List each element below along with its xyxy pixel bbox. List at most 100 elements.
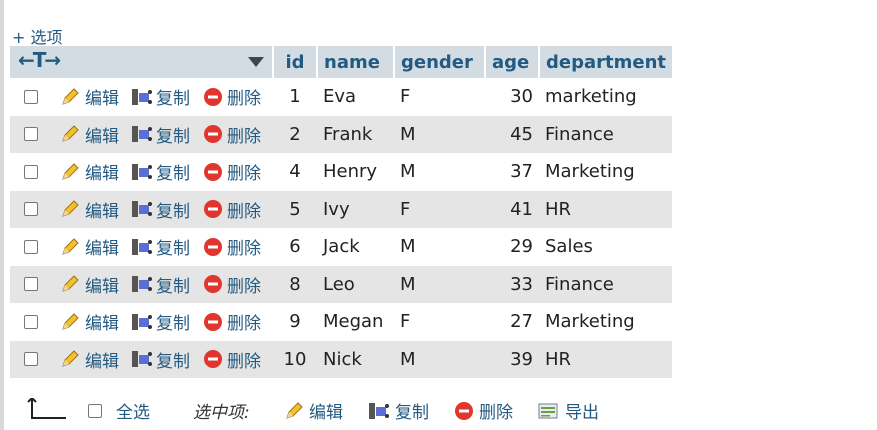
- column-header-id[interactable]: id: [273, 46, 318, 78]
- cell-name[interactable]: Eva: [317, 78, 394, 116]
- delete-button[interactable]: 删除: [202, 197, 261, 222]
- copy-label[interactable]: 复制: [156, 84, 190, 109]
- delete-button[interactable]: 删除: [202, 84, 261, 109]
- copy-button[interactable]: 复制: [131, 347, 190, 372]
- cell-gender[interactable]: M: [394, 153, 485, 191]
- edit-button[interactable]: 编辑: [60, 272, 119, 297]
- cell-id[interactable]: 8: [273, 265, 317, 303]
- cell-name[interactable]: Frank: [317, 115, 394, 153]
- delete-label[interactable]: 删除: [227, 84, 261, 109]
- bulk-copy-label[interactable]: 复制: [395, 398, 429, 423]
- delete-label[interactable]: 删除: [227, 309, 261, 334]
- select-all[interactable]: 全选: [88, 398, 150, 423]
- bulk-delete-button[interactable]: 删除: [454, 398, 513, 423]
- copy-label[interactable]: 复制: [156, 272, 190, 297]
- cell-gender[interactable]: M: [394, 115, 485, 153]
- cell-department[interactable]: Finance: [539, 265, 672, 303]
- cell-gender[interactable]: F: [394, 190, 485, 228]
- cell-gender[interactable]: F: [394, 78, 485, 116]
- cell-id[interactable]: 1: [273, 78, 317, 116]
- edit-label[interactable]: 编辑: [85, 159, 119, 184]
- cell-age[interactable]: 39: [485, 340, 539, 378]
- row-checkbox[interactable]: [24, 89, 38, 104]
- copy-label[interactable]: 复制: [156, 159, 190, 184]
- bulk-delete-label[interactable]: 删除: [479, 398, 513, 423]
- edit-button[interactable]: 编辑: [60, 347, 119, 372]
- cell-id[interactable]: 10: [273, 340, 317, 378]
- select-all-label[interactable]: 全选: [116, 398, 150, 423]
- cell-name[interactable]: Henry: [317, 153, 394, 191]
- column-header-gender[interactable]: gender: [394, 46, 486, 78]
- delete-button[interactable]: 删除: [202, 272, 261, 297]
- edit-label[interactable]: 编辑: [85, 309, 119, 334]
- bulk-edit-button[interactable]: 编辑: [284, 398, 343, 423]
- options-link[interactable]: + 选项: [12, 24, 63, 48]
- edit-label[interactable]: 编辑: [85, 272, 119, 297]
- cell-id[interactable]: 4: [273, 153, 317, 191]
- row-checkbox[interactable]: [24, 239, 38, 254]
- cell-name[interactable]: Leo: [317, 265, 394, 303]
- cell-department[interactable]: Marketing: [539, 153, 672, 191]
- edit-button[interactable]: 编辑: [60, 234, 119, 259]
- delete-button[interactable]: 删除: [202, 122, 261, 147]
- row-checkbox[interactable]: [24, 352, 38, 367]
- cell-age[interactable]: 37: [485, 153, 539, 191]
- row-checkbox[interactable]: [24, 314, 38, 329]
- column-header-department[interactable]: department: [539, 46, 672, 78]
- edit-label[interactable]: 编辑: [85, 84, 119, 109]
- edit-button[interactable]: 编辑: [60, 122, 119, 147]
- cell-department[interactable]: Sales: [539, 228, 672, 266]
- cell-gender[interactable]: M: [394, 340, 485, 378]
- bulk-edit-label[interactable]: 编辑: [309, 398, 343, 423]
- edit-label[interactable]: 编辑: [85, 197, 119, 222]
- row-checkbox[interactable]: [24, 164, 38, 179]
- column-resize-icon[interactable]: ←T→: [18, 48, 61, 72]
- cell-id[interactable]: 5: [273, 190, 317, 228]
- edit-button[interactable]: 编辑: [60, 159, 119, 184]
- delete-label[interactable]: 删除: [227, 122, 261, 147]
- export-button[interactable]: 导出: [538, 398, 599, 423]
- cell-age[interactable]: 27: [485, 303, 539, 341]
- cell-department[interactable]: HR: [539, 340, 672, 378]
- copy-label[interactable]: 复制: [156, 234, 190, 259]
- cell-id[interactable]: 6: [273, 228, 317, 266]
- delete-label[interactable]: 删除: [227, 272, 261, 297]
- copy-label[interactable]: 复制: [156, 122, 190, 147]
- cell-age[interactable]: 41: [485, 190, 539, 228]
- edit-label[interactable]: 编辑: [85, 347, 119, 372]
- copy-button[interactable]: 复制: [131, 234, 190, 259]
- edit-label[interactable]: 编辑: [85, 122, 119, 147]
- copy-button[interactable]: 复制: [131, 309, 190, 334]
- delete-button[interactable]: 删除: [202, 347, 261, 372]
- cell-gender[interactable]: F: [394, 303, 485, 341]
- cell-id[interactable]: 2: [273, 115, 317, 153]
- bulk-copy-button[interactable]: 复制: [368, 398, 429, 423]
- delete-label[interactable]: 删除: [227, 347, 261, 372]
- delete-label[interactable]: 删除: [227, 234, 261, 259]
- cell-age[interactable]: 33: [485, 265, 539, 303]
- cell-department[interactable]: HR: [539, 190, 672, 228]
- cell-gender[interactable]: M: [394, 228, 485, 266]
- row-checkbox[interactable]: [24, 127, 38, 142]
- select-all-checkbox[interactable]: [88, 403, 102, 418]
- cell-id[interactable]: 9: [273, 303, 317, 341]
- edit-button[interactable]: 编辑: [60, 84, 119, 109]
- cell-name[interactable]: Jack: [317, 228, 394, 266]
- delete-button[interactable]: 删除: [202, 234, 261, 259]
- copy-label[interactable]: 复制: [156, 197, 190, 222]
- row-checkbox[interactable]: [24, 202, 38, 217]
- cell-department[interactable]: marketing: [539, 78, 672, 116]
- copy-button[interactable]: 复制: [131, 159, 190, 184]
- copy-button[interactable]: 复制: [131, 122, 190, 147]
- cell-name[interactable]: Ivy: [317, 190, 394, 228]
- delete-button[interactable]: 删除: [202, 309, 261, 334]
- copy-button[interactable]: 复制: [131, 272, 190, 297]
- copy-label[interactable]: 复制: [156, 309, 190, 334]
- column-header-name[interactable]: name: [317, 46, 395, 78]
- column-header-age[interactable]: age: [485, 46, 540, 78]
- row-checkbox[interactable]: [24, 277, 38, 292]
- cell-name[interactable]: Megan: [317, 303, 394, 341]
- cell-age[interactable]: 45: [485, 115, 539, 153]
- copy-label[interactable]: 复制: [156, 347, 190, 372]
- edit-label[interactable]: 编辑: [85, 234, 119, 259]
